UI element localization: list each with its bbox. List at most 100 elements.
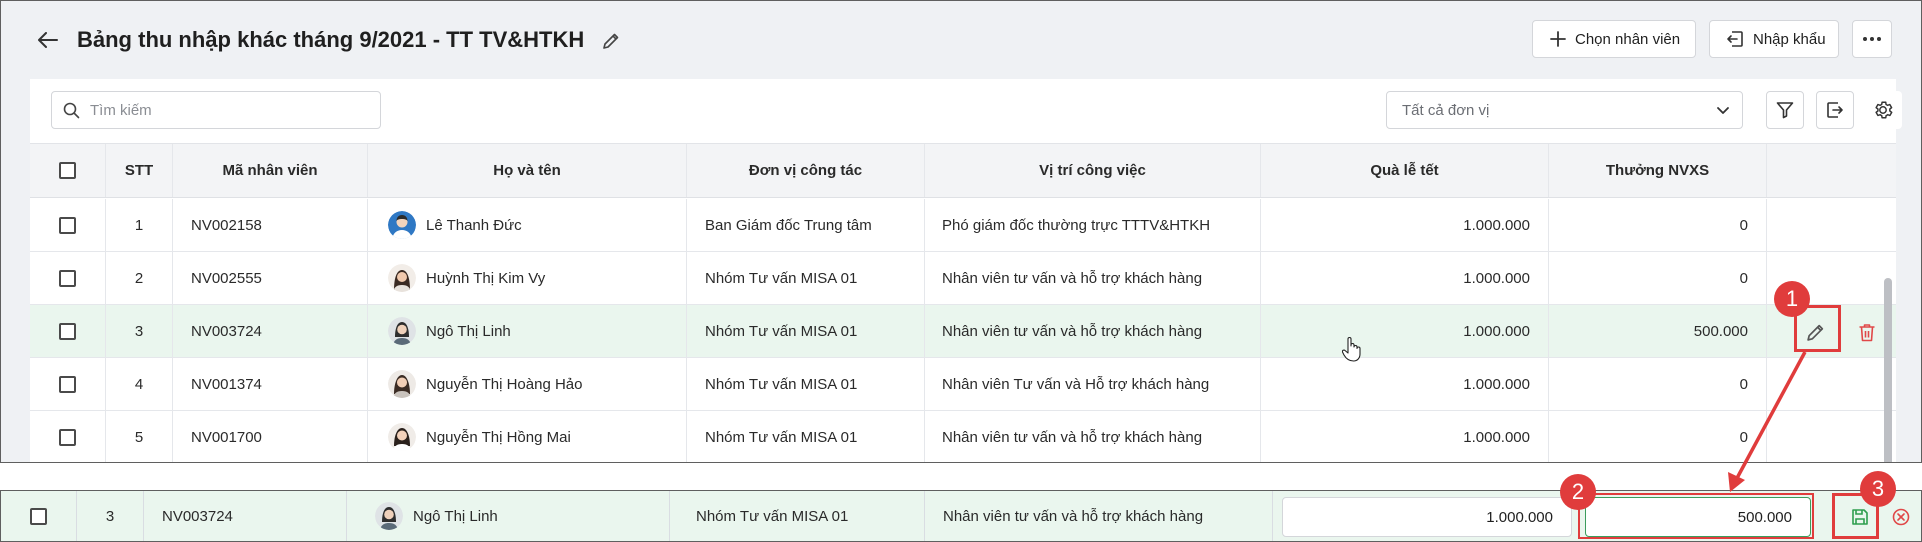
import-label: Nhập khẩu <box>1753 30 1826 48</box>
back-button[interactable] <box>31 25 65 55</box>
app-window: Bảng thu nhập khác tháng 9/2021 - TT TV&… <box>0 0 1922 463</box>
cell-unit: Ban Giám đốc Trung tâm <box>687 199 925 251</box>
row-checkbox-cell <box>30 358 106 410</box>
row-checkbox[interactable] <box>59 428 76 446</box>
cell-employee-code: NV001700 <box>173 411 368 462</box>
edit-title-button[interactable] <box>597 27 625 55</box>
trash-icon <box>1859 323 1875 341</box>
header-actions <box>1767 144 1896 197</box>
close-circle-icon <box>1892 508 1910 526</box>
cell-position: Phó giám đốc thường trực TTTV&HTKH <box>925 199 1261 251</box>
gear-icon <box>1875 101 1893 119</box>
search-icon <box>63 102 80 118</box>
edit-row-checkbox[interactable] <box>30 507 47 525</box>
arrow-left-icon <box>38 32 58 48</box>
edit-cell-unit: Nhóm Tư vấn MISA 01 <box>670 491 925 541</box>
cell-holiday-gift: 1.000.000 <box>1261 358 1549 410</box>
cell-position: Nhân viên tư vấn và hỗ trợ khách hàng <box>925 252 1261 304</box>
filter-button[interactable] <box>1766 91 1804 129</box>
table-row[interactable]: 5 NV001700 Nguyễn Thị Hồng Mai Nhóm Tư v… <box>30 411 1896 462</box>
cell-employee-code: NV001374 <box>173 358 368 410</box>
edit-cell-stt: 3 <box>77 491 144 541</box>
cell-unit: Nhóm Tư vấn MISA 01 <box>687 305 925 357</box>
cell-employee-code: NV002555 <box>173 252 368 304</box>
cell-excellence-bonus: 0 <box>1549 199 1767 251</box>
employee-name: Lê Thanh Đức <box>426 216 522 234</box>
header-stt[interactable]: STT <box>106 144 173 197</box>
header-unit[interactable]: Đơn vị công tác <box>687 144 925 197</box>
table-row[interactable]: 2 NV002555 Huỳnh Thị Kim Vy Nhóm Tư vấn … <box>30 252 1896 305</box>
pencil-icon <box>603 33 619 49</box>
edit-cell-full-name: Ngô Thị Linh <box>347 491 670 541</box>
row-checkbox[interactable] <box>59 322 76 340</box>
avatar <box>388 264 416 292</box>
avatar <box>388 423 416 451</box>
row-checkbox[interactable] <box>59 375 76 393</box>
choose-employee-button[interactable]: Chọn nhân viên <box>1532 20 1696 58</box>
row-checkbox[interactable] <box>59 269 76 287</box>
row-checkbox-cell <box>30 411 106 462</box>
edit-cell-position: Nhân viên tư vấn và hỗ trợ khách hàng <box>925 491 1273 541</box>
cell-position: Nhân viên tư vấn và hỗ trợ khách hàng <box>925 411 1261 462</box>
vertical-scrollbar[interactable] <box>1882 200 1894 462</box>
edit-row-checkbox-cell <box>1 491 77 541</box>
header-position[interactable]: Vị trí công việc <box>925 144 1261 197</box>
pencil-icon <box>1806 324 1823 341</box>
cell-stt: 2 <box>106 252 173 304</box>
employee-name: Ngô Thị Linh <box>413 507 498 525</box>
inline-edit-row: 3 NV003724 Ngô Thị Linh Nhóm Tư vấn MISA… <box>0 490 1922 542</box>
employee-name: Nguyễn Thị Hoàng Hảo <box>426 375 583 393</box>
avatar <box>388 370 416 398</box>
chevron-down-icon <box>1717 107 1729 114</box>
table-row[interactable]: 4 NV001374 Nguyễn Thị Hoàng Hảo Nhóm Tư … <box>30 358 1896 411</box>
table-row[interactable]: 3 NV003724 Ngô Thị Linh Nhóm Tư vấn MISA… <box>30 305 1896 358</box>
cell-position: Nhân viên tư vấn và hỗ trợ khách hàng <box>925 305 1261 357</box>
cell-unit: Nhóm Tư vấn MISA 01 <box>687 252 925 304</box>
unit-filter-value: Tất cả đơn vị <box>1402 101 1490 119</box>
cell-holiday-gift: 1.000.000 <box>1261 411 1549 462</box>
cell-excellence-bonus: 0 <box>1549 252 1767 304</box>
row-checkbox[interactable] <box>59 216 76 234</box>
holiday-gift-input[interactable] <box>1282 497 1572 537</box>
excellence-bonus-input[interactable] <box>1585 497 1811 537</box>
filter-icon <box>1776 102 1794 119</box>
cell-position: Nhân viên Tư vấn và Hỗ trợ khách hàng <box>925 358 1261 410</box>
cell-actions <box>1767 358 1896 410</box>
import-button[interactable]: Nhập khẩu <box>1709 20 1839 58</box>
cell-actions <box>1767 199 1896 251</box>
header-holiday-gift[interactable]: Quà lễ tết <box>1261 144 1549 197</box>
row-checkbox-cell <box>30 199 106 251</box>
scrollbar-thumb[interactable] <box>1884 278 1892 462</box>
search-box[interactable] <box>51 91 381 129</box>
avatar <box>388 211 416 239</box>
cell-full-name: Lê Thanh Đức <box>368 199 687 251</box>
employee-name: Nguyễn Thị Hồng Mai <box>426 428 571 446</box>
page-title: Bảng thu nhập khác tháng 9/2021 - TT TV&… <box>77 27 585 52</box>
header-employee-code[interactable]: Mã nhân viên <box>173 144 368 197</box>
header-full-name[interactable]: Họ và tên <box>368 144 687 197</box>
select-all-checkbox[interactable] <box>59 162 76 179</box>
table-row[interactable]: 1 NV002158 Lê Thanh Đức Ban Giám đốc Tru… <box>30 199 1896 252</box>
search-input[interactable] <box>90 101 360 119</box>
header-excellence-bonus[interactable]: Thưởng NVXS <box>1549 144 1767 197</box>
row-checkbox-cell <box>30 252 106 304</box>
row-delete-button[interactable] <box>1851 312 1883 352</box>
cell-full-name: Ngô Thị Linh <box>368 305 687 357</box>
step-badge-2: 2 <box>1560 474 1596 510</box>
cell-excellence-bonus: 0 <box>1549 358 1767 410</box>
cell-excellence-bonus: 0 <box>1549 411 1767 462</box>
cancel-row-button[interactable] <box>1885 501 1917 533</box>
cell-holiday-gift: 1.000.000 <box>1261 305 1549 357</box>
more-options-button[interactable] <box>1852 20 1892 58</box>
export-button[interactable] <box>1816 91 1854 129</box>
plus-icon <box>1550 31 1566 47</box>
unit-filter-select[interactable]: Tất cả đơn vị <box>1386 91 1743 129</box>
employee-name: Huỳnh Thị Kim Vy <box>426 269 546 287</box>
cell-holiday-gift: 1.000.000 <box>1261 199 1549 251</box>
settings-button[interactable] <box>1864 91 1902 129</box>
screenshot-stage: Bảng thu nhập khác tháng 9/2021 - TT TV&… <box>0 0 1922 542</box>
export-icon <box>1827 102 1843 118</box>
cell-full-name: Nguyễn Thị Hồng Mai <box>368 411 687 462</box>
step-badge-1: 1 <box>1774 281 1810 317</box>
row-edit-button[interactable] <box>1794 312 1836 352</box>
